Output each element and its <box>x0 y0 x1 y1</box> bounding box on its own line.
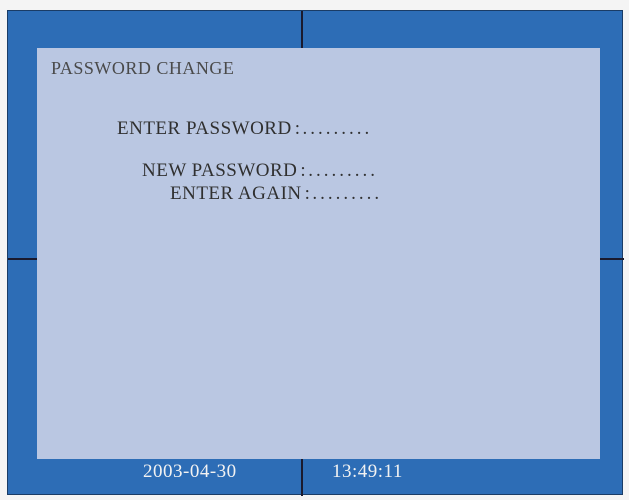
new-password-row[interactable]: NEW PASSWORD:......... <box>142 160 378 182</box>
password-change-dialog: PASSWORD CHANGE ENTER PASSWORD:.........… <box>37 48 600 459</box>
field-separator: : <box>304 183 311 204</box>
dvr-screen: PASSWORD CHANGE ENTER PASSWORD:.........… <box>7 10 624 496</box>
enter-password-field[interactable]: ......... <box>302 118 372 140</box>
field-separator: : <box>300 160 307 181</box>
status-time: 13:49:11 <box>332 461 403 482</box>
new-password-field[interactable]: ......... <box>308 160 378 182</box>
enter-again-row[interactable]: ENTER AGAIN:......... <box>170 183 382 205</box>
enter-password-label: ENTER PASSWORD <box>117 118 292 139</box>
enter-again-field[interactable]: ......... <box>312 183 382 205</box>
enter-again-label: ENTER AGAIN <box>170 183 302 204</box>
new-password-label: NEW PASSWORD <box>142 160 298 181</box>
enter-password-row[interactable]: ENTER PASSWORD:......... <box>117 118 372 140</box>
status-date: 2003-04-30 <box>143 461 237 482</box>
field-separator: : <box>294 118 301 139</box>
dialog-title: PASSWORD CHANGE <box>51 58 235 78</box>
